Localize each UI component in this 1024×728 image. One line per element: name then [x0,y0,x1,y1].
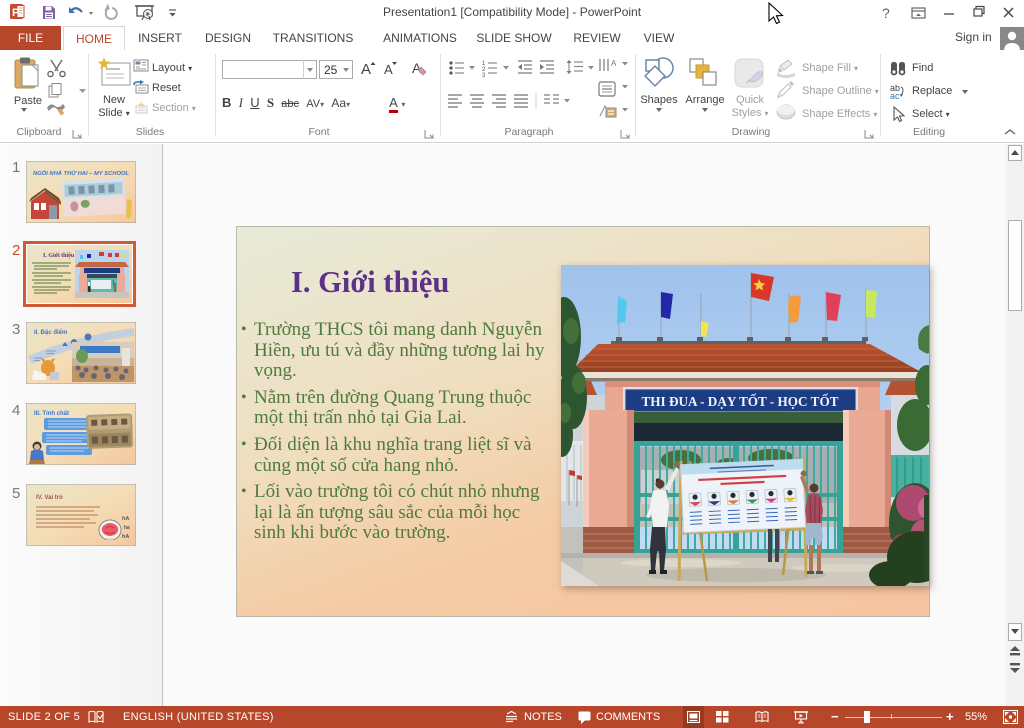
svg-text:?: ? [882,5,890,21]
svg-text:hA: hA [122,534,129,540]
svg-text:hA: hA [122,516,129,522]
svg-text:I. Giới thiệu: I. Giới thiệu [43,253,75,259]
svg-text:A: A [384,62,393,77]
svg-text:THI ĐUA - DẠY TỐT - HỌC TỐT: THI ĐUA - DẠY TỐT - HỌC TỐT [642,394,839,409]
svg-text:A: A [361,61,371,78]
svg-text:II. Đặc điểm: II. Đặc điểm [34,329,67,336]
svg-text:P: P [12,7,19,19]
svg-text:IV. Vai trò: IV. Vai trò [36,495,63,501]
svg-text:NGÔI NHÀ THỨ HAI – MY SCHOOL: NGÔI NHÀ THỨ HAI – MY SCHOOL [33,169,130,177]
svg-text:ac: ac [890,91,900,101]
svg-text:A: A [611,59,617,68]
svg-text:III. Tính chất: III. Tính chất [34,410,69,417]
svg-text:ha: ha [124,525,130,531]
svg-text:3: 3 [482,73,486,77]
